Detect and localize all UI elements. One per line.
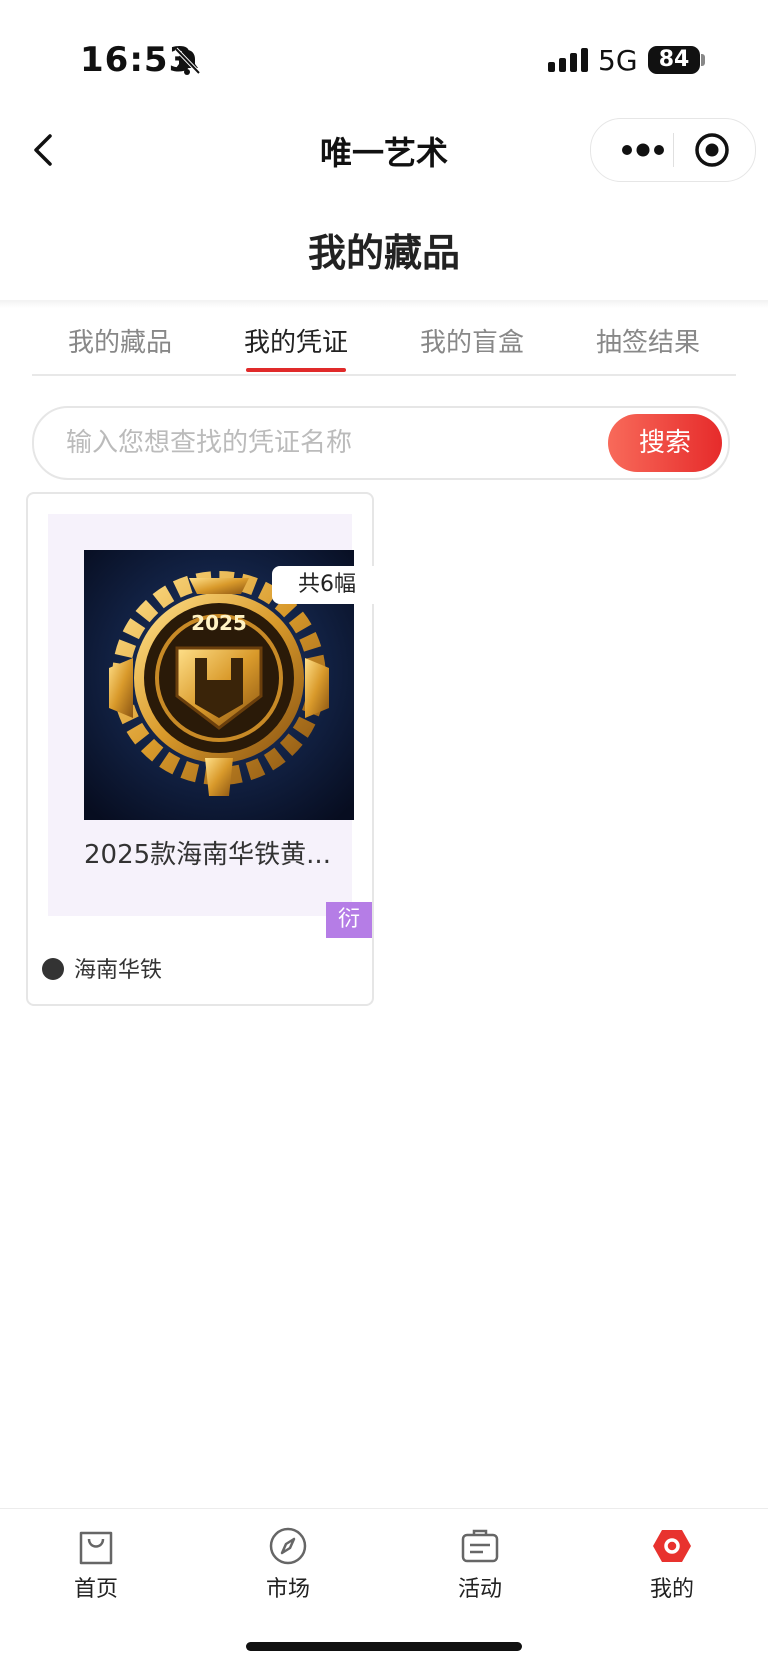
close-target-icon[interactable] bbox=[693, 131, 731, 169]
issuer-name: 海南华铁 bbox=[74, 958, 163, 983]
signal-icon bbox=[548, 48, 588, 72]
tabbar-label-activity: 活动 bbox=[457, 1577, 502, 1602]
voucher-card[interactable]: 2025 共6幅 2025款海南华铁黄... 衍 海南华铁 bbox=[26, 492, 382, 1006]
tabbar-label-home: 首页 bbox=[73, 1577, 118, 1602]
capsule-divider bbox=[673, 133, 674, 167]
tab-lottery-results[interactable]: 抽签结果 bbox=[560, 322, 736, 359]
badge-year-text: 2025 bbox=[191, 611, 247, 635]
tabbar-item-mine[interactable]: 我的 bbox=[612, 1525, 732, 1603]
battery-icon: 84 bbox=[648, 46, 700, 74]
tab-my-collection[interactable]: 我的藏品 bbox=[32, 322, 208, 359]
profile-hexagon-icon bbox=[653, 1530, 691, 1562]
voucher-name: 2025款海南华铁黄... bbox=[84, 840, 331, 870]
network-type: 5G bbox=[598, 44, 638, 77]
search-button[interactable]: 搜索 bbox=[608, 414, 722, 472]
tabbar-label-market: 市场 bbox=[265, 1577, 310, 1602]
search-bar: 搜索 bbox=[32, 406, 730, 480]
battery-tip bbox=[701, 54, 705, 66]
card-content: 2025 共6幅 2025款海南华铁黄... 衍 bbox=[48, 514, 382, 938]
tabbar-item-home[interactable]: 首页 bbox=[36, 1525, 156, 1603]
count-badge: 共6幅 bbox=[272, 566, 382, 604]
tabbar-label-mine: 我的 bbox=[649, 1577, 694, 1602]
home-indicator bbox=[246, 1642, 522, 1651]
active-tab-indicator bbox=[246, 368, 346, 372]
compass-icon bbox=[269, 1527, 307, 1565]
status-bar: 16:53 5G 84 bbox=[0, 0, 768, 110]
issuer-avatar bbox=[42, 958, 64, 980]
tabbar-item-activity[interactable]: 活动 bbox=[420, 1525, 540, 1603]
briefcase-icon bbox=[461, 1529, 499, 1563]
tabbar-item-market[interactable]: 市场 bbox=[228, 1525, 348, 1603]
more-dots-icon[interactable] bbox=[613, 131, 673, 169]
derivative-tag: 衍 bbox=[326, 902, 372, 938]
header-divider bbox=[0, 300, 768, 308]
page-title: 我的藏品 bbox=[307, 231, 460, 275]
shopping-bag-icon bbox=[79, 1531, 113, 1565]
search-input[interactable] bbox=[64, 416, 548, 470]
tab-my-vouchers[interactable]: 我的凭证 bbox=[208, 322, 384, 359]
mini-program-capsule bbox=[590, 118, 756, 182]
bell-muted-icon bbox=[174, 47, 201, 75]
tab-bar-top: 我的藏品 我的凭证 我的盲盒 抽签结果 bbox=[32, 318, 736, 376]
tab-my-blind-box[interactable]: 我的盲盒 bbox=[384, 322, 560, 359]
